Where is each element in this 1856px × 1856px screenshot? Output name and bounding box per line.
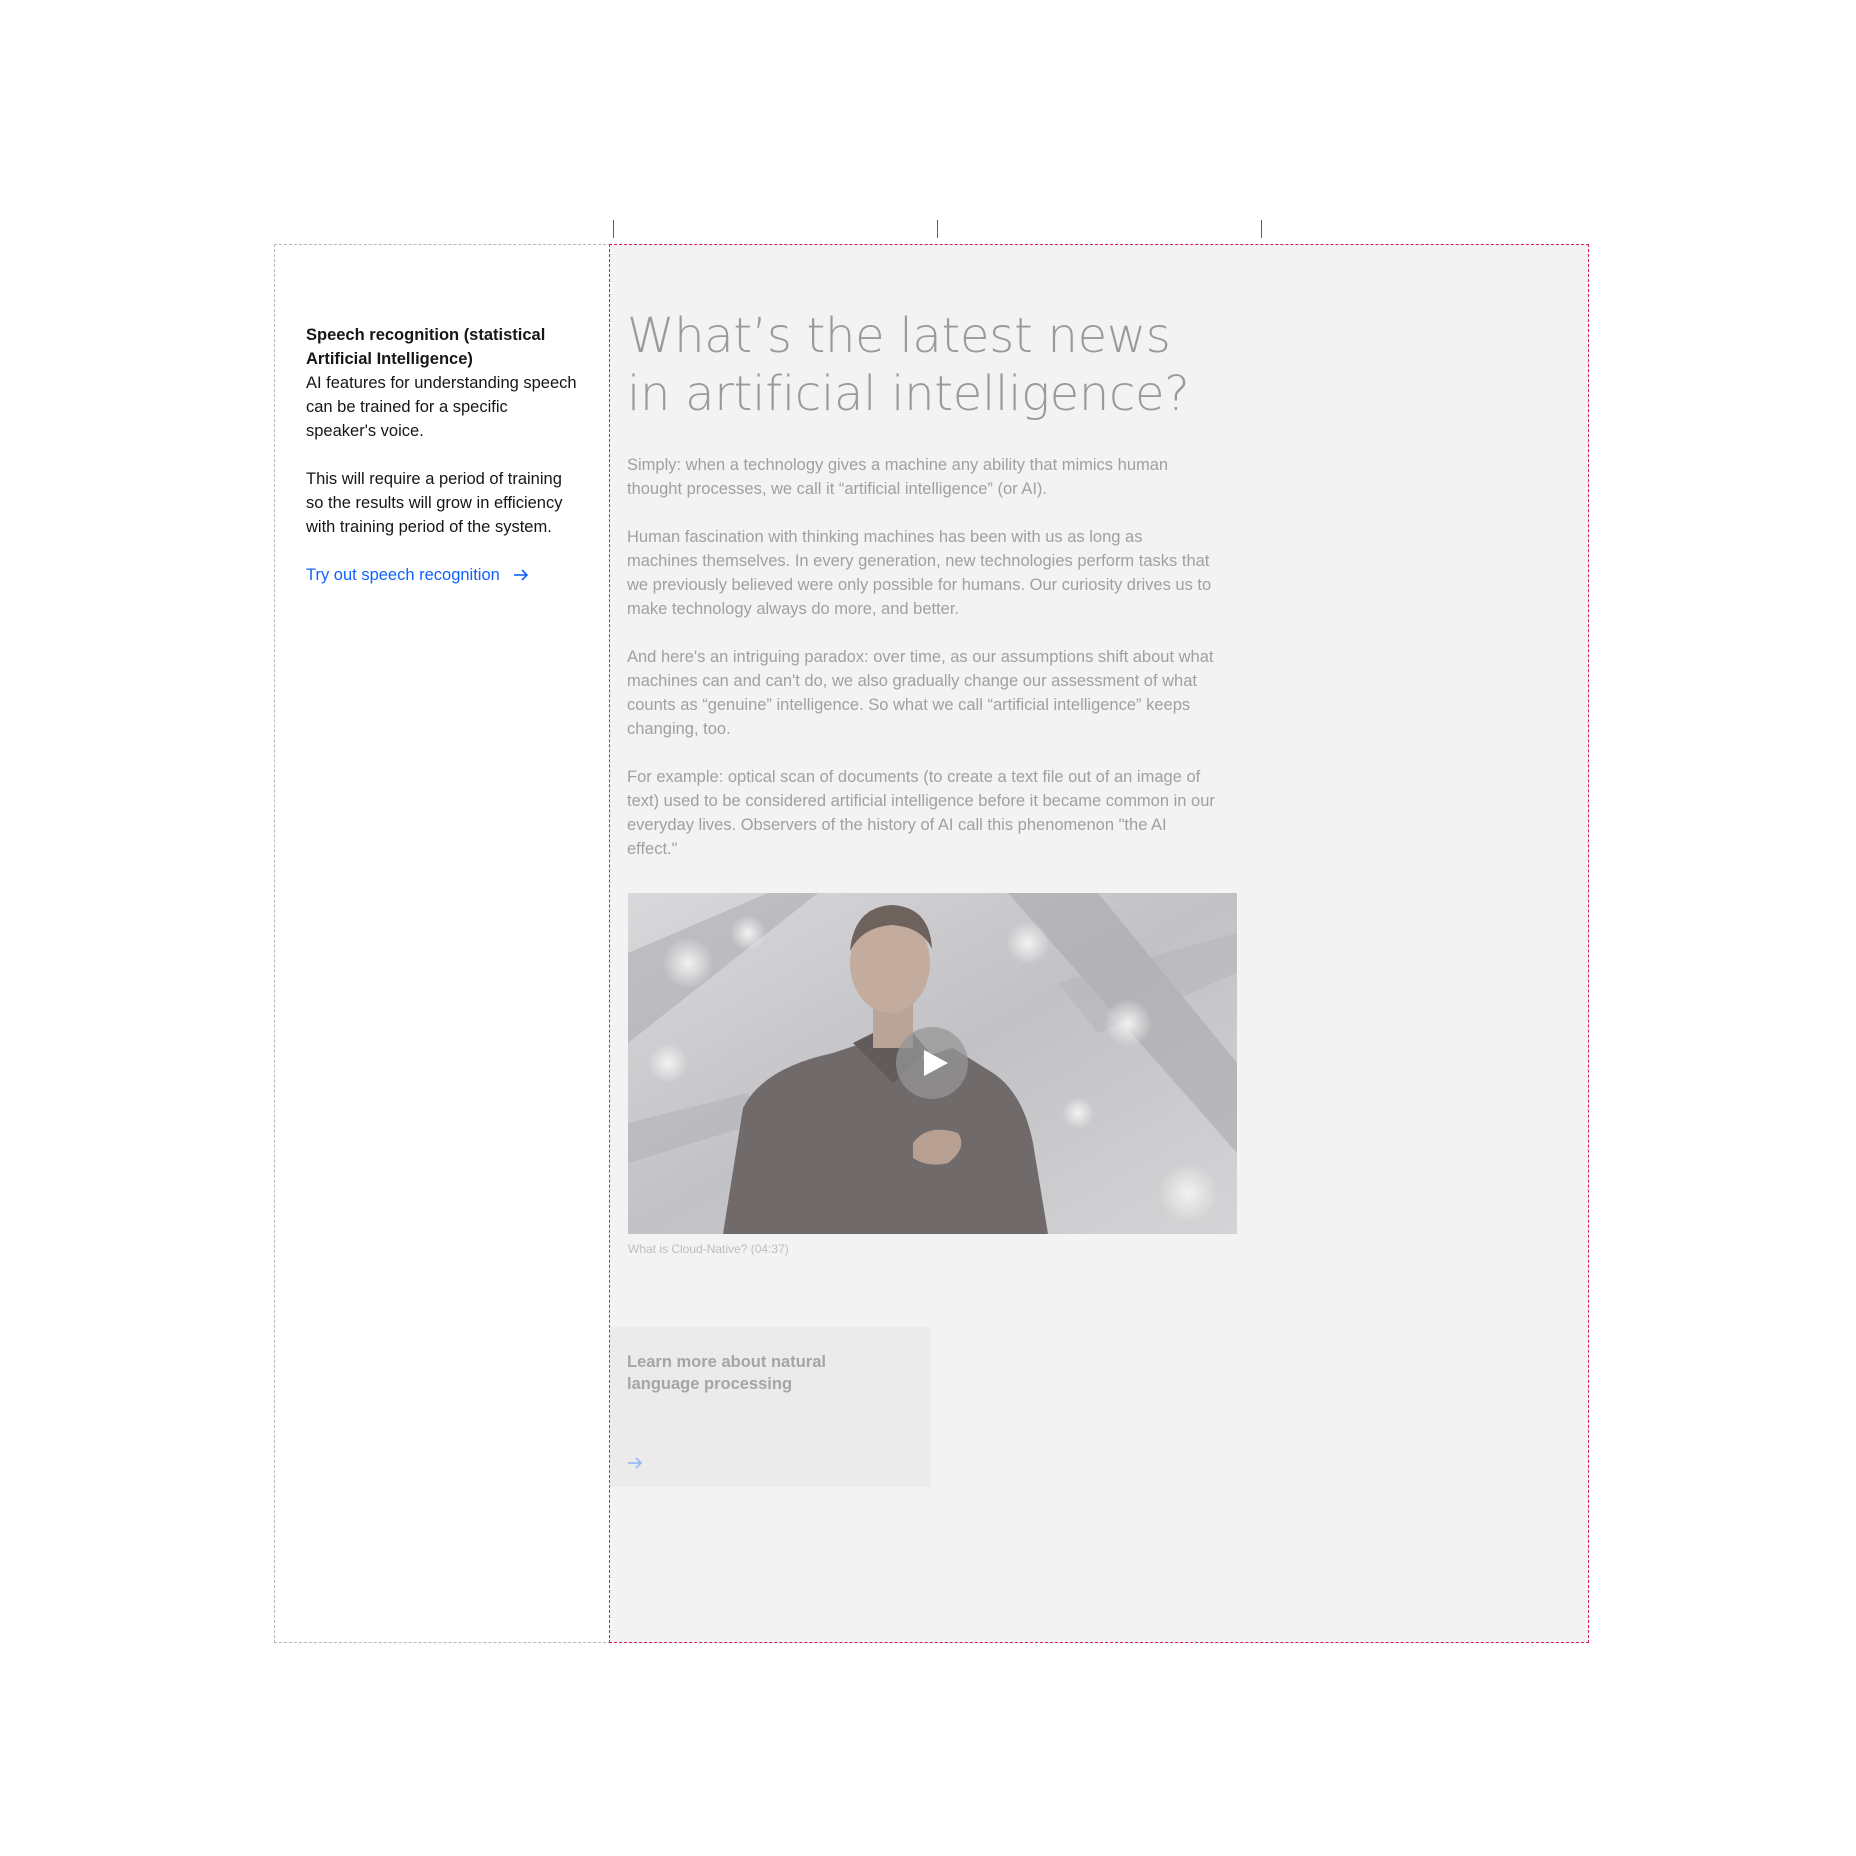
grid-guide-tick — [1261, 220, 1262, 238]
sidebar-title: Speech recognition (statistical Artifici… — [306, 326, 546, 368]
sidebar: Speech recognition (statistical Artifici… — [274, 244, 611, 1643]
speech-recognition-link[interactable]: Try out speech recognition — [306, 563, 530, 587]
sidebar-paragraph: AI features for understanding speech can… — [306, 374, 577, 440]
sidebar-content: Speech recognition (statistical Artifici… — [306, 323, 578, 587]
article-paragraph: Human fascination with thinking machines… — [627, 528, 1212, 618]
grid-guide-tick — [613, 220, 614, 238]
main-overlay: What’s the latest news in artificial int… — [609, 244, 1589, 1643]
article-paragraph: And here's an intriguing paradox: over t… — [627, 648, 1214, 738]
arrow-right-icon — [628, 1457, 643, 1469]
nlp-card-title: Learn more about natural language proces… — [627, 1353, 826, 1393]
arrow-right-icon — [513, 569, 528, 581]
article-paragraph: Simply: when a technology gives a machin… — [627, 456, 1169, 498]
play-icon — [924, 1050, 948, 1076]
video-player[interactable] — [628, 893, 1237, 1234]
video-caption: What is Cloud-Native? (04:37) — [628, 1242, 789, 1256]
sidebar-paragraph: This will require a period of training s… — [306, 470, 563, 536]
layout-frame: Speech recognition (statistical Artifici… — [274, 244, 1589, 1643]
article: What’s the latest news in artificial int… — [627, 307, 1217, 885]
page-title: What’s the latest news in artificial int… — [627, 308, 1190, 422]
nlp-card[interactable]: Learn more about natural language proces… — [610, 1327, 931, 1487]
grid-guide-tick — [937, 220, 938, 238]
play-button[interactable] — [896, 1027, 968, 1099]
speech-recognition-link-label: Try out speech recognition — [306, 566, 500, 584]
article-paragraph: For example: optical scan of documents (… — [627, 768, 1215, 858]
